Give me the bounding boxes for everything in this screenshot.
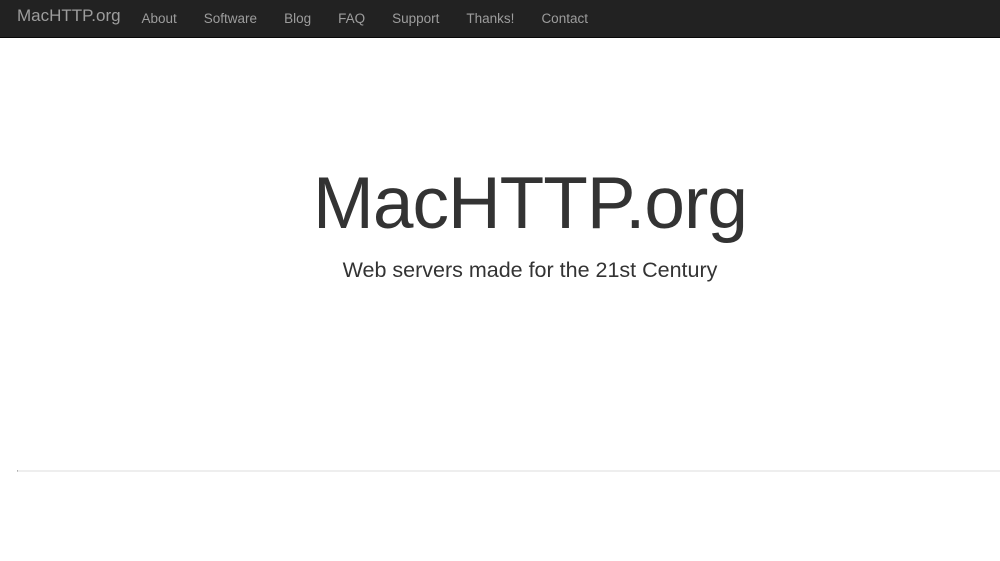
nav-item-faq: FAQ [325,4,379,34]
nav-item-software: Software [190,4,270,34]
nav-link-blog[interactable]: Blog [271,4,325,34]
nav-item-support: Support [379,4,453,34]
nav-link-about[interactable]: About [128,4,190,34]
hero-section: MacHTTP.org Web servers made for the 21s… [0,38,1000,470]
section-divider [17,470,1000,472]
nav-item-about: About [128,4,190,34]
nav-item-contact: Contact [528,4,602,34]
hero-subtitle: Web servers made for the 21st Century [342,258,718,282]
nav-links: About Software Blog FAQ Support Thanks! … [128,0,601,38]
nav-item-thanks: Thanks! [453,4,528,34]
nav-item-blog: Blog [271,4,325,34]
nav-link-software[interactable]: Software [190,4,270,34]
top-navbar: MacHTTP.org About Software Blog FAQ Supp… [0,0,1000,38]
nav-link-faq[interactable]: FAQ [325,4,379,34]
nav-link-support[interactable]: Support [379,4,453,34]
brand-link[interactable]: MacHTTP.org [17,5,121,27]
hero-title: MacHTTP.org [313,163,748,244]
nav-link-thanks[interactable]: Thanks! [453,4,528,34]
nav-link-contact[interactable]: Contact [528,4,602,34]
